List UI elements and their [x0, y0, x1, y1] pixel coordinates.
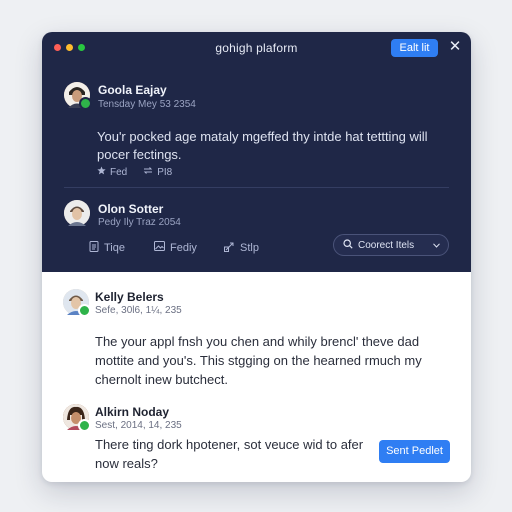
- avatar[interactable]: [64, 200, 90, 226]
- online-status-badge: [78, 304, 91, 317]
- comment-author[interactable]: Alkirn Noday: [95, 405, 169, 419]
- online-status-badge: [78, 419, 91, 432]
- post-actions: Fed PI8: [97, 166, 172, 178]
- comment-body: The your appl fnsh you chen and whily br…: [95, 334, 422, 387]
- comment-timestamp: Sest, 2014, 14, 235: [95, 420, 182, 431]
- chevron-down-icon: [433, 240, 440, 251]
- document-icon: [89, 241, 99, 255]
- comment-author[interactable]: Kelly Belers: [95, 290, 164, 304]
- post-timestamp: Tensday Mey 53 2354: [98, 99, 196, 110]
- repost-icon: [143, 166, 153, 178]
- image-icon: [154, 241, 165, 254]
- comment-timestamp: Sefe, 30l6, 1¼, 235: [95, 305, 182, 316]
- online-status-badge: [79, 97, 92, 110]
- tool-link-label: Stlp: [240, 242, 259, 254]
- search-label: Coorect Itels: [358, 239, 415, 251]
- search-icon: [343, 238, 353, 252]
- repost-button[interactable]: PI8: [143, 166, 172, 178]
- title-bar: gohigh plaform Ealt lit ✕: [42, 32, 471, 64]
- post-divider: [64, 187, 449, 188]
- post-timestamp: Pedy Ily Traz 2054: [98, 217, 181, 228]
- avatar[interactable]: [64, 82, 92, 110]
- tool-document[interactable]: Tiqe: [89, 241, 125, 255]
- send-reply-button[interactable]: Sent Pedlet: [379, 440, 450, 463]
- tool-link[interactable]: Stlp: [224, 241, 259, 255]
- avatar[interactable]: [63, 289, 91, 317]
- post-body: You'r pocked age mataly mgeffed thy intd…: [97, 129, 428, 162]
- comment-body: There ting dork hpotener, sot veuce wid …: [95, 437, 364, 471]
- like-button[interactable]: Fed: [97, 166, 127, 178]
- app-window: gohigh plaform Ealt lit ✕ Goola Eajay Te…: [42, 32, 471, 482]
- link-icon: [224, 241, 235, 255]
- edit-button[interactable]: Ealt lit: [391, 39, 438, 57]
- tool-image-label: Fediy: [170, 241, 197, 254]
- tool-image[interactable]: Fediy: [154, 241, 197, 254]
- like-label: Fed: [110, 166, 128, 178]
- post-author[interactable]: Goola Eajay: [98, 83, 167, 97]
- feed-dark-panel: gohigh plaform Ealt lit ✕ Goola Eajay Te…: [42, 32, 471, 272]
- avatar[interactable]: [63, 404, 91, 432]
- close-icon[interactable]: ✕: [446, 38, 464, 56]
- repost-label: PI8: [157, 166, 173, 178]
- post-author[interactable]: Olon Sotter: [98, 202, 163, 216]
- star-icon: [97, 166, 106, 178]
- search-dropdown[interactable]: Coorect Itels: [333, 234, 449, 256]
- tool-document-label: Tiqe: [104, 242, 125, 254]
